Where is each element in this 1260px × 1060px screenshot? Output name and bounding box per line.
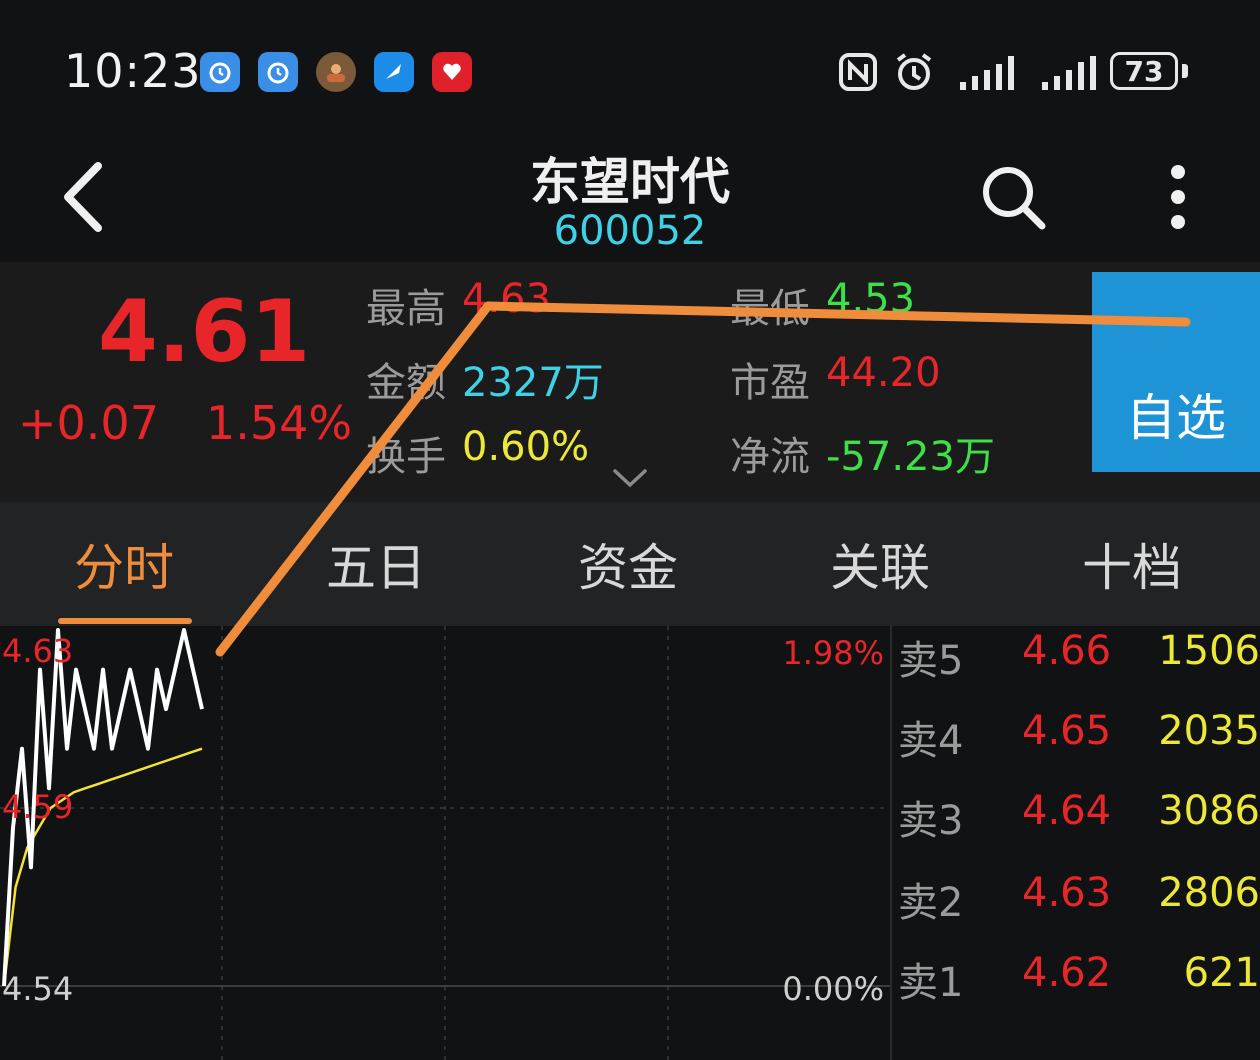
alarm-icon bbox=[892, 50, 936, 98]
stock-name: 东望时代 bbox=[530, 153, 730, 211]
high-label: 最高 bbox=[366, 286, 446, 332]
tab-capital[interactable]: 资金 bbox=[528, 528, 728, 600]
photo-app-icon bbox=[316, 52, 356, 92]
sell-price: 4.62 bbox=[1022, 950, 1112, 996]
more-button[interactable] bbox=[1160, 162, 1196, 232]
netflow-label: 净流 bbox=[730, 434, 810, 480]
tab-related[interactable]: 关联 bbox=[780, 528, 980, 600]
search-button[interactable] bbox=[980, 164, 1048, 236]
y-tick-top: 4.63 bbox=[2, 632, 73, 670]
sell-level-label: 卖5 bbox=[898, 638, 964, 684]
sell-level-label: 卖1 bbox=[898, 960, 964, 1006]
amount-value: 2327万 bbox=[462, 360, 604, 406]
sell-price: 4.63 bbox=[1022, 870, 1112, 916]
signal-1-icon bbox=[950, 54, 1022, 96]
tab-order-book-10[interactable]: 十档 bbox=[1032, 528, 1232, 600]
battery-tip bbox=[1182, 64, 1188, 78]
sell-level-label: 卖2 bbox=[898, 880, 964, 926]
sell-price: 4.66 bbox=[1022, 628, 1112, 674]
netflow-value: -57.23万 bbox=[826, 434, 995, 480]
amount-label: 金额 bbox=[366, 360, 446, 406]
sell-volume: 2035 bbox=[1158, 708, 1260, 754]
sell-volume: 621 bbox=[1183, 950, 1260, 996]
feather-app-icon bbox=[374, 52, 414, 92]
signal-2-icon bbox=[1036, 54, 1096, 96]
nfc-icon bbox=[838, 52, 878, 96]
status-time: 10:23 bbox=[64, 44, 202, 98]
active-tab-indicator bbox=[58, 618, 192, 624]
order-book-row: 卖2 4.63 2806 bbox=[892, 870, 1260, 950]
order-book-row: 卖3 4.64 3086 bbox=[892, 788, 1260, 868]
order-book-row: 卖4 4.65 2035 bbox=[892, 708, 1260, 788]
sell-volume: 1506 bbox=[1158, 628, 1260, 674]
stock-code: 600052 bbox=[553, 208, 707, 254]
order-book: 卖5 4.66 1506 卖4 4.65 2035 卖3 4.64 3086 卖… bbox=[890, 626, 1260, 1060]
expand-button[interactable] bbox=[612, 466, 648, 494]
clock-app-icon bbox=[200, 52, 240, 92]
battery-indicator: 73 bbox=[1110, 52, 1178, 90]
sell-level-label: 卖3 bbox=[898, 798, 964, 844]
pct-tick-bottom: 0.00% bbox=[782, 970, 884, 1008]
pe-value: 44.20 bbox=[826, 350, 941, 396]
order-book-row: 卖5 4.66 1506 bbox=[892, 628, 1260, 708]
more-vertical-icon bbox=[1171, 165, 1185, 229]
current-price: 4.61 bbox=[98, 282, 311, 382]
sell-level-label: 卖4 bbox=[898, 718, 964, 764]
y-tick-mid: 4.59 bbox=[2, 788, 73, 826]
search-icon bbox=[983, 167, 1046, 230]
high-value: 4.63 bbox=[462, 276, 552, 322]
shop-app-icon bbox=[432, 52, 472, 92]
sell-volume: 3086 bbox=[1158, 788, 1260, 834]
turnover-value: 0.60% bbox=[462, 424, 590, 470]
sell-price: 4.64 bbox=[1022, 788, 1112, 834]
add-watchlist-button[interactable]: 自选 bbox=[1092, 272, 1260, 472]
price-change-pct: 1.54% bbox=[206, 396, 353, 450]
pct-tick-top: 1.98% bbox=[782, 634, 884, 672]
chevron-down-icon bbox=[613, 469, 647, 488]
low-label: 最低 bbox=[730, 286, 810, 332]
clock-app-icon bbox=[258, 52, 298, 92]
low-value: 4.53 bbox=[826, 276, 916, 322]
tab-five-day[interactable]: 五日 bbox=[276, 528, 476, 600]
sell-price: 4.65 bbox=[1022, 708, 1112, 754]
order-book-row: 卖1 4.62 621 bbox=[892, 950, 1260, 1030]
intraday-chart[interactable]: 4.63 4.59 4.54 1.98% 0.00% bbox=[0, 626, 890, 1060]
y-tick-bottom: 4.54 bbox=[2, 970, 73, 1008]
tab-intraday[interactable]: 分时 bbox=[24, 528, 224, 600]
pe-label: 市盈 bbox=[730, 360, 810, 406]
price-change: +0.07 bbox=[18, 396, 159, 450]
sell-volume: 2806 bbox=[1158, 870, 1260, 916]
turnover-label: 换手 bbox=[366, 434, 446, 480]
